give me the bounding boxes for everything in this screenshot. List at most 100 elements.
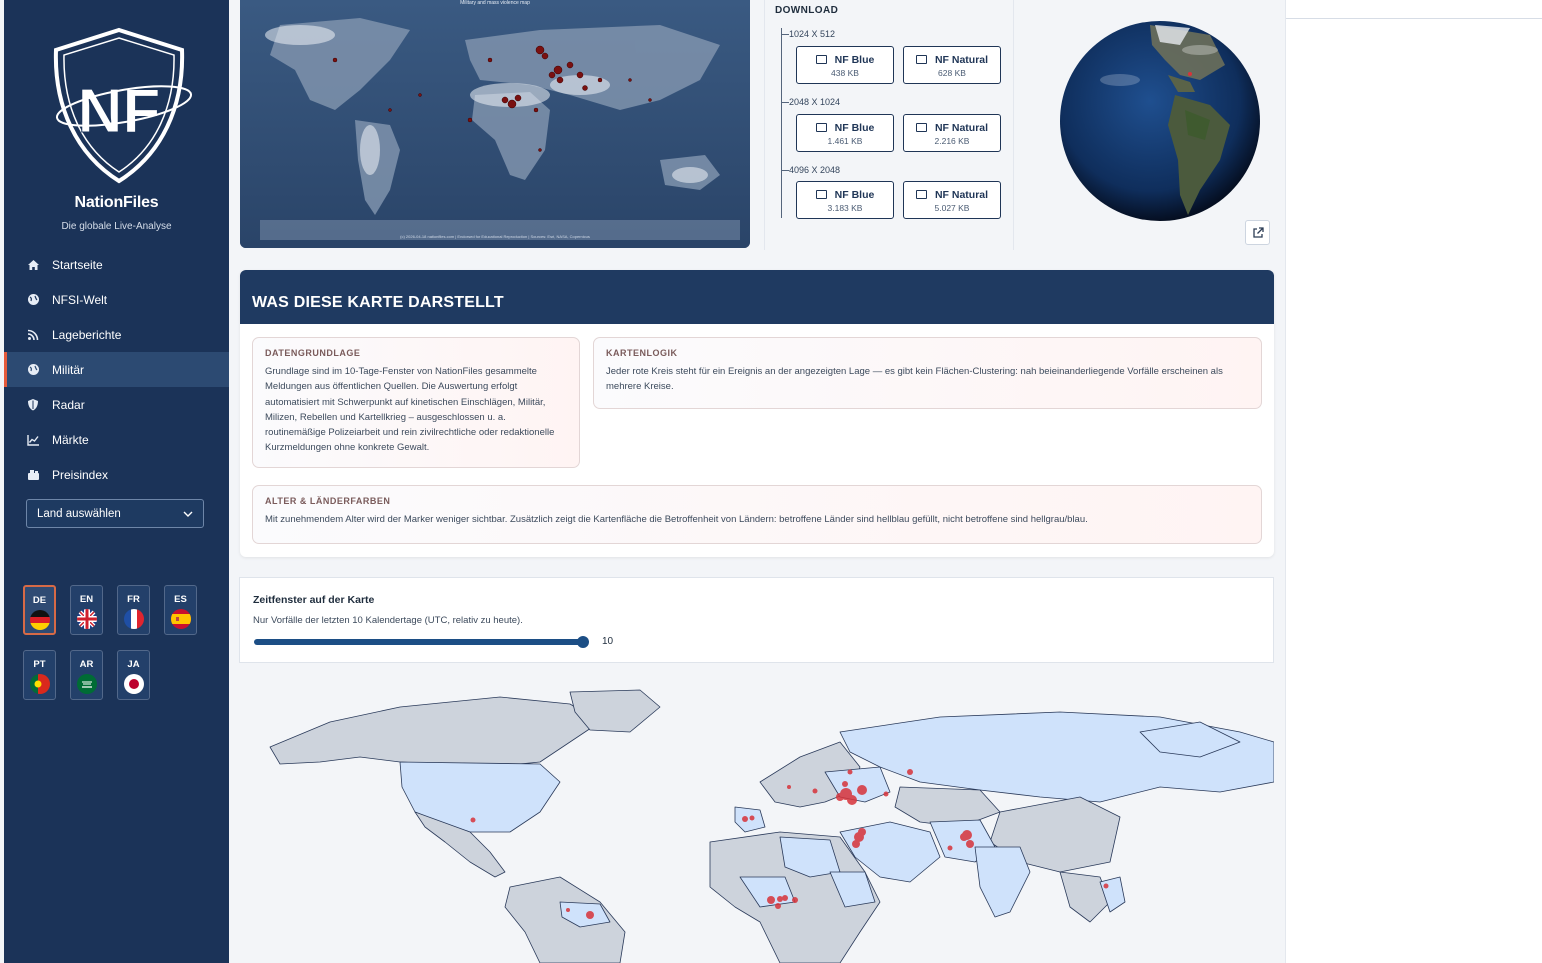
cart-icon: [26, 468, 40, 482]
resolution-label: 2048 X 1024: [781, 97, 840, 107]
time-window-slider-track[interactable]: [254, 639, 584, 645]
download-panel: DOWNLOAD 1024 X 512 NF Blue 438 KB NF Na…: [764, 0, 1014, 250]
lang-fr-button[interactable]: FR: [117, 585, 150, 635]
file-size: 628 KB: [938, 68, 966, 78]
globe-icon: [26, 293, 40, 307]
lang-code: AR: [79, 659, 94, 670]
brand-tagline: Die globale Live-Analyse: [61, 221, 172, 232]
lang-code: PT: [33, 659, 46, 670]
lang-es-button[interactable]: ES: [164, 585, 197, 635]
brand-name: NationFiles: [74, 194, 159, 211]
button-label: NF Blue: [797, 189, 893, 201]
lang-code: FR: [127, 594, 140, 605]
file-size: 5.027 KB: [934, 203, 970, 213]
time-window-description: Nur Vorfälle der letzten 10 Kalendertage…: [253, 615, 523, 626]
flag-sa-icon: [76, 674, 97, 694]
info-text: Jeder rote Kreis steht für ein Ereignis …: [606, 366, 1223, 393]
lang-en-button[interactable]: EN: [70, 585, 103, 635]
file-size: 438 KB: [831, 68, 859, 78]
time-window-title: Zeitfenster auf der Karte: [253, 594, 375, 606]
button-label: NF Natural: [904, 54, 1000, 66]
lang-ar-button[interactable]: AR: [70, 650, 103, 700]
nav-item-startseite[interactable]: Startseite: [4, 247, 229, 282]
nav-item-radar[interactable]: Radar: [4, 387, 229, 422]
file-size: 2.216 KB: [934, 136, 970, 146]
sidebar: NF NationFiles Die globale Live-Analyse …: [4, 0, 229, 963]
info-title: KARTENLOGIK: [606, 348, 678, 358]
time-window-value: 10: [602, 636, 614, 647]
flag-de-icon: [29, 610, 50, 630]
download-title: DOWNLOAD: [775, 5, 839, 16]
card-heading: WAS DIESE KARTE DARSTELLT: [240, 270, 1274, 324]
info-text: Mit zunehmendem Alter wird der Marker we…: [265, 514, 1088, 525]
flag-es-icon: [170, 609, 191, 629]
download-nf-natural-2048-button[interactable]: NF Natural 2.216 KB: [903, 114, 1001, 152]
globe-icon: [26, 363, 40, 377]
nav-item-militaer[interactable]: Militär: [4, 352, 229, 387]
file-size: 1.461 KB: [827, 136, 863, 146]
download-nf-blue-2048-button[interactable]: NF Blue 1.461 KB: [796, 114, 894, 152]
lang-code: ES: [174, 594, 187, 605]
nav-label: Preisindex: [52, 467, 109, 482]
flag-uk-icon: [76, 609, 97, 629]
nav-label: NFSI-Welt: [52, 292, 108, 307]
country-select[interactable]: Land auswählen: [26, 499, 204, 528]
external-link-button[interactable]: [1245, 220, 1270, 245]
country-select-value: Land auswählen: [37, 507, 121, 520]
nav-label: Startseite: [52, 257, 103, 272]
lang-code: EN: [79, 594, 94, 605]
shield-icon: [26, 398, 40, 412]
file-size: 3.183 KB: [827, 203, 863, 213]
lang-code: DE: [32, 595, 47, 606]
map-explanation-card: WAS DIESE KARTE DARSTELLT DATENGRUNDLAGE…: [240, 270, 1274, 557]
nav-label: Militär: [52, 362, 84, 377]
flat-world-map-preview[interactable]: Military and mass violence map (c) 2026-…: [240, 0, 750, 248]
info-box-data-basis: DATENGRUNDLAGE Grundlage sind im 10-Tage…: [252, 337, 580, 468]
download-nf-blue-4096-button[interactable]: NF Blue 3.183 KB: [796, 181, 894, 219]
info-box-age-colors: ALTER & LÄNDERFARBEN Mit zunehmendem Alt…: [252, 485, 1262, 544]
nav-item-nfsi-welt[interactable]: NFSI-Welt: [4, 282, 229, 317]
flatmap-credit: (c) 2026-04-18 nationfiles.com | Endorse…: [400, 234, 590, 239]
info-title: DATENGRUNDLAGE: [265, 348, 361, 358]
map-download-bar: Military and mass violence map (c) 2026-…: [240, 0, 1273, 250]
info-title: ALTER & LÄNDERFARBEN: [265, 496, 391, 506]
globe-view[interactable]: [1060, 20, 1260, 222]
main-content: Military and mass violence map (c) 2026-…: [229, 0, 1285, 963]
info-box-map-logic: KARTENLOGIK Jeder rote Kreis steht für e…: [593, 337, 1262, 409]
time-window-slider-thumb[interactable]: [577, 636, 589, 648]
main-nav: Startseite NFSI-Welt Lageberichte Militä…: [4, 247, 229, 492]
flag-fr-icon: [123, 609, 144, 629]
download-nf-blue-1024-button[interactable]: NF Blue 438 KB: [796, 46, 894, 84]
button-label: NF Blue: [797, 122, 893, 134]
download-nf-natural-4096-button[interactable]: NF Natural 5.027 KB: [903, 181, 1001, 219]
nav-item-preisindex[interactable]: Preisindex: [4, 457, 229, 492]
rss-icon: [26, 328, 40, 342]
resolution-label: 4096 X 2048: [781, 165, 840, 175]
button-label: NF Blue: [797, 54, 893, 66]
button-label: NF Natural: [904, 189, 1000, 201]
home-icon: [26, 258, 40, 272]
nav-item-lageberichte[interactable]: Lageberichte: [4, 317, 229, 352]
nav-label: Märkte: [52, 432, 89, 447]
resolution-label: 1024 X 512: [781, 29, 835, 39]
nationfiles-logo[interactable]: NF: [44, 26, 194, 186]
flatmap-title: Military and mass violence map: [460, 0, 530, 6]
nav-item-maerkte[interactable]: Märkte: [4, 422, 229, 457]
lang-ja-button[interactable]: JA: [117, 650, 150, 700]
nav-label: Radar: [52, 397, 85, 412]
chevron-down-icon: [183, 508, 193, 520]
download-tree-line: [781, 28, 782, 218]
right-side-panel: [1285, 0, 1542, 963]
chart-line-icon: [26, 433, 40, 447]
right-panel-divider: [1286, 18, 1542, 19]
download-nf-natural-1024-button[interactable]: NF Natural 628 KB: [903, 46, 1001, 84]
button-label: NF Natural: [904, 122, 1000, 134]
nav-label: Lageberichte: [52, 327, 122, 342]
lang-code: JA: [127, 659, 140, 670]
conflict-world-map[interactable]: [240, 672, 1274, 963]
lang-pt-button[interactable]: PT: [23, 650, 56, 700]
lang-de-button[interactable]: DE: [23, 585, 56, 635]
info-text: Grundlage sind im 10-Tage-Fenster von Na…: [265, 366, 555, 454]
external-link-icon: [1252, 226, 1264, 238]
flag-jp-icon: [123, 674, 144, 694]
